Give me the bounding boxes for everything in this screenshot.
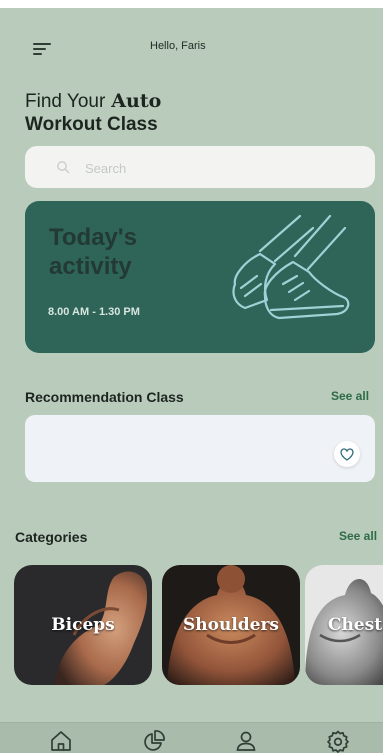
category-label: Shoulders bbox=[182, 615, 280, 635]
menu-line bbox=[33, 43, 51, 45]
nav-stats[interactable] bbox=[142, 729, 166, 753]
search-input[interactable] bbox=[83, 155, 357, 181]
search-icon bbox=[57, 161, 70, 174]
categories-title: Categories bbox=[15, 529, 88, 545]
hamburger-menu-icon[interactable] bbox=[33, 41, 53, 57]
recommendation-card[interactable] bbox=[25, 415, 375, 482]
category-label: Chest bbox=[327, 615, 383, 635]
nav-settings[interactable] bbox=[326, 729, 350, 753]
nav-home[interactable] bbox=[49, 729, 73, 753]
recommendation-see-all-link[interactable]: See all bbox=[331, 389, 369, 403]
app-screen: Hello, Faris Find Your Auto Workout Class… bbox=[0, 8, 383, 753]
home-icon bbox=[51, 731, 71, 751]
heart-icon bbox=[340, 447, 354, 461]
category-card-biceps[interactable]: Biceps bbox=[14, 565, 152, 685]
menu-line bbox=[33, 53, 42, 55]
menu-line bbox=[33, 48, 46, 50]
todays-activity-card[interactable]: Today's activity 8.00 AM - 1.30 PM bbox=[25, 201, 375, 353]
page-title-line1: Find Your Auto bbox=[25, 90, 161, 113]
running-shoe-icon bbox=[232, 214, 350, 320]
recommendation-title: Recommendation Class bbox=[25, 389, 184, 405]
categories-see-all-link[interactable]: See all bbox=[339, 529, 377, 543]
bottom-nav bbox=[0, 722, 383, 753]
category-card-chest[interactable]: Chest bbox=[305, 565, 383, 685]
settings-icon bbox=[327, 730, 349, 753]
category-card-shoulders[interactable]: Shoulders bbox=[162, 565, 300, 685]
title-highlight: Auto bbox=[111, 90, 162, 112]
profile-icon bbox=[236, 731, 256, 751]
title-prefix: Find Your bbox=[25, 91, 106, 112]
activity-title: Today's activity bbox=[49, 224, 137, 280]
favorite-button[interactable] bbox=[334, 441, 360, 467]
page-title-line2: Workout Class bbox=[25, 114, 158, 135]
search-bar[interactable] bbox=[25, 146, 375, 188]
pie-chart-icon bbox=[144, 730, 165, 751]
activity-time: 8.00 AM - 1.30 PM bbox=[48, 306, 140, 318]
greeting-text: Hello, Faris bbox=[150, 40, 206, 52]
nav-profile[interactable] bbox=[234, 729, 258, 753]
category-label: Biceps bbox=[51, 615, 115, 635]
